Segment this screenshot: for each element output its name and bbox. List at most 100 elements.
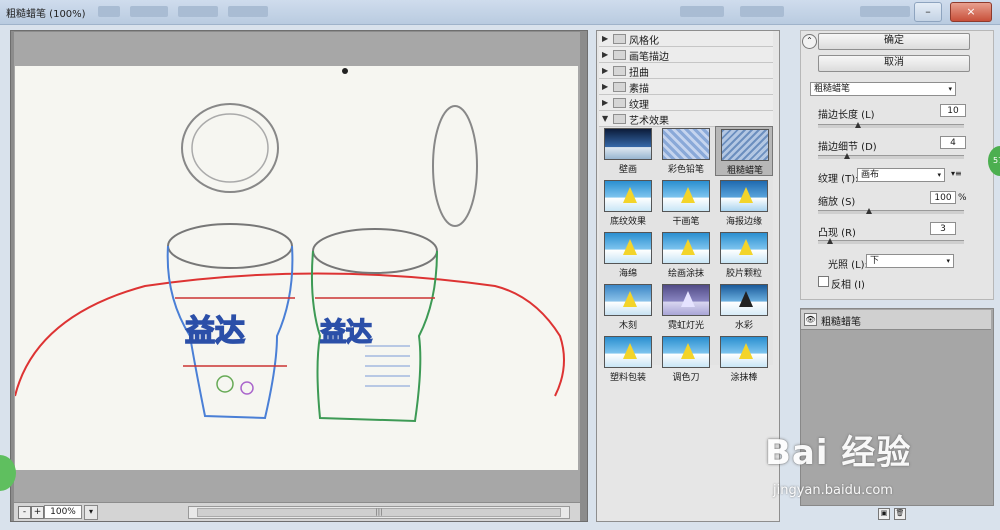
filter-underpainting[interactable]: 底纹效果 [601, 179, 655, 227]
chevron-right-icon: ▶ [602, 34, 609, 43]
stroke-length-slider[interactable] [818, 122, 964, 128]
filter-label: 海报边缘 [725, 217, 762, 227]
chevron-down-icon: ▾ [948, 85, 952, 93]
filter-thumbnail [604, 284, 652, 316]
category-label: 扭曲 [629, 68, 649, 79]
filter-label: 胶片颗粒 [725, 269, 762, 279]
horizontal-scrollbar[interactable]: ||| [188, 506, 570, 519]
filter-film-grain[interactable]: 胶片颗粒 [717, 231, 771, 279]
category-brush-strokes[interactable]: ▶ 画笔描边 [599, 47, 773, 63]
filter-poster-edges[interactable]: 海报边缘 [717, 179, 771, 227]
zoom-in-button[interactable]: + [31, 506, 44, 519]
filter-smudge-stick[interactable]: 涂抹棒 [717, 335, 771, 383]
filter-thumbnail [720, 180, 768, 212]
sailboat-icon [739, 291, 753, 307]
scaling-unit: % [958, 193, 967, 203]
filter-thumbnails: 壁画 彩色铅笔 粗糙蜡笔 底纹效果 干画笔 海报边缘 海绵 绘画涂抹 胶片颗粒 … [599, 126, 773, 383]
chevron-down-icon: ▼ [602, 114, 609, 123]
ok-button[interactable]: 确定 [818, 33, 970, 50]
filter-label: 彩色铅笔 [667, 165, 704, 175]
scaling-slider[interactable] [818, 208, 964, 214]
category-artistic[interactable]: ▼ 艺术效果 [599, 111, 773, 127]
sailboat-icon [739, 239, 753, 255]
filter-label: 海绵 [618, 269, 637, 279]
filter-plastic-wrap[interactable]: 塑料包装 [601, 335, 655, 383]
sailboat-icon [739, 343, 753, 359]
texture-menu-icon[interactable]: ▾≡ [951, 169, 962, 178]
filter-rough-pastels[interactable]: 粗糙蜡笔 [715, 126, 773, 176]
sailboat-icon [739, 187, 753, 203]
relief-slider[interactable] [818, 238, 964, 244]
toolbar-blur [680, 6, 724, 17]
filter-gallery: ▶ 风格化 ▶ 画笔描边 ▶ 扭曲 ▶ 素描 ▶ 纹理 ▼ 艺术效果 壁画 彩色… [596, 30, 780, 522]
filter-cutout[interactable]: 木刻 [601, 283, 655, 331]
filter-palette-knife[interactable]: 调色刀 [659, 335, 713, 383]
filter-select[interactable]: 粗糙蜡笔 ▾ [810, 82, 956, 96]
slider-knob[interactable] [826, 238, 833, 244]
zoom-out-button[interactable]: - [18, 506, 31, 519]
scaling-field[interactable]: 100 [930, 191, 956, 204]
filter-colored-pencil[interactable]: 彩色铅笔 [659, 127, 713, 175]
slider-knob[interactable] [854, 122, 861, 128]
filter-neon-glow[interactable]: 霓虹灯光 [659, 283, 713, 331]
relief-field[interactable]: 3 [930, 222, 956, 235]
scaling-label: 缩放 (S) [818, 197, 856, 208]
title-bar: 粗糙蜡笔 (100%) – × [0, 0, 1000, 25]
filter-label: 涂抹棒 [730, 373, 758, 383]
zoom-level-field[interactable]: 100% [44, 505, 82, 519]
filter-fresco[interactable]: 壁画 [601, 127, 655, 175]
filter-thumbnail [604, 336, 652, 368]
stroke-detail-label: 描边细节 (D) [818, 142, 877, 153]
category-sketch[interactable]: ▶ 素描 [599, 79, 773, 95]
folder-icon [613, 66, 626, 76]
sailboat-icon [623, 239, 637, 255]
category-stylize[interactable]: ▶ 风格化 [599, 31, 773, 47]
scrollbar-thumb[interactable]: ||| [197, 508, 561, 517]
filter-sponge[interactable]: 海绵 [601, 231, 655, 279]
filter-label: 干画笔 [672, 217, 700, 227]
category-texture[interactable]: ▶ 纹理 [599, 95, 773, 111]
slider-knob[interactable] [844, 153, 851, 159]
folder-icon [613, 82, 626, 92]
invert-checkbox[interactable] [818, 276, 829, 287]
category-label: 画笔描边 [629, 52, 669, 63]
cancel-button[interactable]: 取消 [818, 55, 970, 72]
zoom-dropdown-icon[interactable]: ▾ [84, 505, 98, 520]
stroke-detail-slider[interactable] [818, 153, 964, 159]
stroke-length-field[interactable]: 10 [940, 104, 966, 117]
filter-watercolor[interactable]: 水彩 [717, 283, 771, 331]
texture-select-value: 画布 [861, 170, 880, 180]
collapse-gallery-button[interactable]: ⌃ [802, 34, 817, 49]
folder-icon [613, 98, 626, 108]
filter-paint-daubs[interactable]: 绘画涂抹 [659, 231, 713, 279]
category-label: 纹理 [629, 100, 649, 111]
toolbar-blur [130, 6, 168, 17]
filter-label: 水彩 [734, 321, 753, 331]
texture-label: 纹理 (T): [818, 174, 859, 185]
window-title: 粗糙蜡笔 (100%) [6, 9, 86, 20]
filter-dry-brush[interactable]: 干画笔 [659, 179, 713, 227]
effect-layer-row[interactable]: 👁 粗糙蜡笔 [801, 310, 991, 330]
category-distort[interactable]: ▶ 扭曲 [599, 63, 773, 79]
filter-label: 调色刀 [672, 373, 700, 383]
chevron-right-icon: ▶ [602, 50, 609, 59]
preview-canvas[interactable]: 益达 益达 [15, 66, 578, 470]
svg-text:益达: 益达 [320, 318, 372, 348]
chevron-right-icon: ▶ [602, 82, 609, 91]
eye-icon[interactable]: 👁 [804, 313, 817, 326]
minimize-button[interactable]: – [914, 2, 942, 22]
filter-label: 底纹效果 [609, 217, 646, 227]
close-button[interactable]: × [950, 2, 992, 22]
filter-thumbnail [720, 284, 768, 316]
filter-thumbnail [662, 232, 710, 264]
filtered-image: 益达 益达 [15, 68, 565, 423]
slider-knob[interactable] [866, 208, 873, 214]
stroke-detail-field[interactable]: 4 [940, 136, 966, 149]
filter-thumbnail [721, 129, 769, 161]
filter-thumbnail [720, 336, 768, 368]
filter-thumbnail [662, 180, 710, 212]
toolbar-blur [178, 6, 218, 17]
light-select[interactable]: 下 ▾ [866, 254, 954, 268]
texture-select[interactable]: 画布 ▾ [857, 168, 945, 182]
folder-icon [613, 34, 626, 44]
